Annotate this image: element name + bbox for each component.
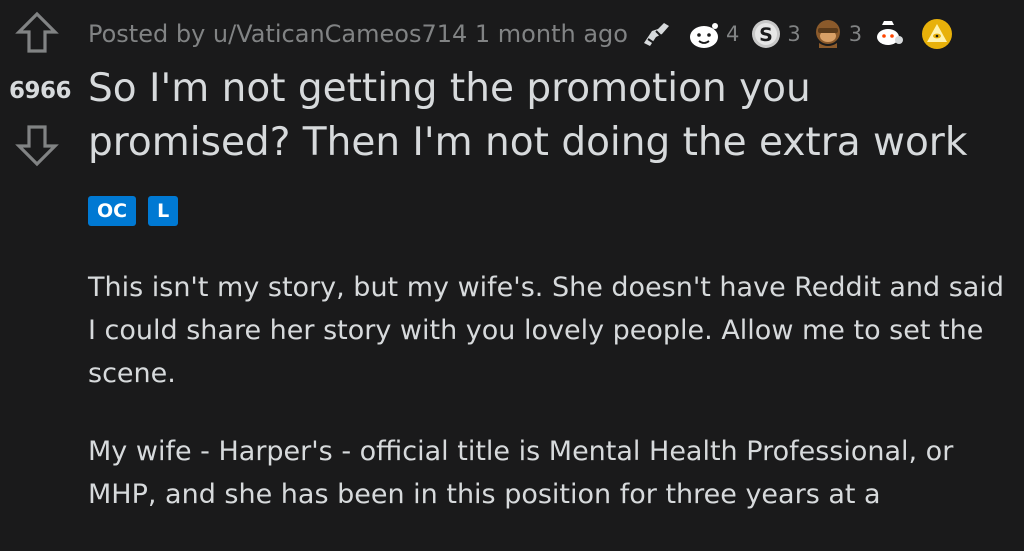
snoo-award-icon [877, 21, 904, 45]
post-meta: Posted by u/VaticanCameos714 1 month ago… [88, 16, 968, 52]
silver-award-icon: S [752, 20, 781, 48]
gold-triangle-award-icon [922, 19, 953, 49]
post-paragraph: My wife - Harper's - official title is M… [88, 436, 954, 510]
monkey-award-icon [815, 20, 840, 48]
award-silver[interactable]: S 3 [749, 17, 801, 51]
flair-l[interactable]: L [148, 196, 179, 226]
vote-column: 6966 [0, 0, 80, 535]
award-wholesome[interactable]: 4 [688, 17, 739, 51]
post-paragraph: This isn't my story, but my wife's. She … [88, 272, 1004, 389]
award-arm-wrestle[interactable] [640, 17, 678, 51]
award-gold-triangle[interactable] [920, 17, 958, 51]
award-count: 3 [787, 22, 801, 46]
award-snoo[interactable] [872, 17, 910, 51]
award-monkey[interactable]: 3 [811, 17, 862, 51]
post-author-line[interactable]: Posted by u/VaticanCameos714 1 month ago [88, 20, 628, 48]
downvote-icon[interactable] [14, 122, 60, 168]
svg-text:S: S [759, 24, 773, 46]
post-title[interactable]: So I'm not getting the promotion you pro… [88, 62, 1018, 170]
vote-score: 6966 [8, 78, 72, 104]
post-body: This isn't my story, but my wife's. She … [88, 266, 1008, 551]
award-count: 3 [848, 22, 863, 46]
arm-wrestle-award-icon [643, 23, 669, 46]
upvote-icon[interactable] [14, 10, 60, 56]
wholesome-award-icon [689, 23, 718, 48]
award-count: 4 [725, 22, 740, 46]
post-flairs: OC L [88, 196, 179, 226]
flair-oc[interactable]: OC [88, 196, 137, 226]
